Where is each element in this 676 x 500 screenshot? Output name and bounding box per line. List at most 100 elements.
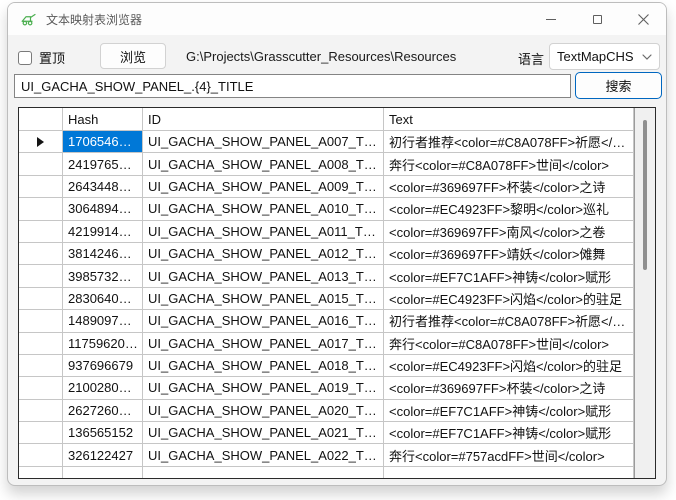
column-header-id[interactable]: ID [143,108,384,131]
text-cell[interactable]: 奔行<color=#C8A078FF>世间</color> [384,153,634,175]
hash-cell[interactable]: 136565152 [63,422,143,444]
hash-cell[interactable]: 326122427 [63,444,143,466]
row-selector-cell[interactable] [19,288,63,310]
row-selector-cell[interactable] [19,265,63,287]
table-row[interactable]: 3985732385UI_GACHA_SHOW_PANEL_A013_TITLE… [19,265,634,287]
hash-cell[interactable]: 2643448693 [63,176,143,198]
browse-button[interactable]: 浏览 [100,43,166,69]
text-cell[interactable]: <color=#369697FF>南风</color>之卷 [384,221,634,243]
table-row[interactable]: 1175962018 UI_GACHA_SHOW_PANEL_A017_TITLE… [19,333,634,355]
language-select[interactable]: TextMapCHS [549,43,660,70]
column-header-text[interactable]: Text [384,108,634,131]
hash-cell[interactable]: 3985732385 [63,265,143,287]
hash-cell[interactable]: 937696679 [63,355,143,377]
id-cell[interactable]: UI_GACHA_SHOW_PANEL_A017_TITLE [143,333,384,355]
search-input[interactable] [14,74,571,98]
hash-cell[interactable]: 2627260643 [63,400,143,422]
text-cell[interactable]: <color=#EF7C1AFF>神铸</color>赋形 [384,400,634,422]
id-cell[interactable]: UI_GACHA_SHOW_PANEL_A009_TITLE [143,176,384,198]
table-row[interactable]: 3814246288UI_GACHA_SHOW_PANEL_A012_TITLE… [19,243,634,265]
row-selector-cell[interactable] [19,310,63,332]
table-row[interactable]: 1706546433UI_GACHA_SHOW_PANEL_A007_TITLE… [19,131,634,153]
close-button[interactable] [620,3,666,35]
row-selector-cell[interactable] [19,444,63,466]
minimize-button[interactable] [528,3,574,35]
search-button[interactable]: 搜索 [575,72,662,99]
row-selector-cell[interactable] [19,243,63,265]
text-cell[interactable]: 奔行<color=#757acdFF>世间</color> [384,444,634,466]
id-cell[interactable]: UI_GACHA_SHOW_PANEL_A021_TITLE [143,422,384,444]
maximize-button[interactable] [574,3,620,35]
row-selector-cell[interactable] [19,355,63,377]
text-cell-value: <color=#369697FF>靖妖</color>傩舞 [389,244,605,263]
table-row[interactable]: 2100280655UI_GACHA_SHOW_PANEL_A019_TITLE… [19,377,634,399]
row-selector-cell[interactable] [19,400,63,422]
table-row[interactable]: 136565152UI_GACHA_SHOW_PANEL_A021_TITLE<… [19,422,634,444]
hash-cell[interactable]: 3064894892 [63,198,143,220]
id-cell[interactable]: UI_GACHA_SHOW_PANEL_A020_TITLE [143,400,384,422]
text-cell[interactable]: <color=#369697FF>靖妖</color>傩舞 [384,243,634,265]
hash-cell[interactable]: 1489097864 [63,310,143,332]
table-row[interactable]: 2627260643UI_GACHA_SHOW_PANEL_A020_TITLE… [19,400,634,422]
id-cell[interactable]: UI_GACHA_SHOW_PANEL_A015_TITLE [143,288,384,310]
text-cell[interactable]: <color=#EC4923FF>闪焰</color>的驻足 [384,288,634,310]
column-header-hash[interactable]: Hash [63,108,143,131]
window-title: 文本映射表浏览器 [46,11,142,28]
id-cell[interactable]: UI_GACHA_SHOW_PANEL_A022_TITLE [143,444,384,466]
maximize-icon [593,15,602,24]
vertical-scrollbar[interactable] [634,108,655,478]
id-cell[interactable]: UI_GACHA_SHOW_PANEL_A011_TITLE [143,221,384,243]
text-cell[interactable]: <color=#369697FF>杯装</color>之诗 [384,176,634,198]
text-cell[interactable]: <color=#EF7C1AFF>神铸</color>赋形 [384,265,634,287]
title-bar: 文本映射表浏览器 [8,3,666,35]
text-cell[interactable]: 初行者推荐<color=#C8A078FF>祈愿</color> [384,131,634,153]
row-selector-cell[interactable] [19,221,63,243]
hash-cell-value: 937696679 [68,358,133,373]
row-selector-cell[interactable] [19,422,63,444]
table-row[interactable]: 2643448693UI_GACHA_SHOW_PANEL_A009_TITLE… [19,176,634,198]
id-cell[interactable]: UI_GACHA_SHOW_PANEL_A018_TITLE [143,355,384,377]
row-selector-cell[interactable] [19,333,63,355]
hash-cell[interactable]: 1175962018 [63,333,143,355]
table-row[interactable]: 326122427 UI_GACHA_SHOW_PANEL_A022_TITLE 奔… [19,444,634,466]
hash-cell-value: 326122427 [68,448,133,463]
hash-cell[interactable]: 1706546433 [63,131,143,153]
id-cell-value: UI_GACHA_SHOW_PANEL_A017_TITLE [148,336,379,351]
text-cell[interactable]: <color=#EC4923FF>闪焰</color>的驻足 [384,355,634,377]
table-row-partial [19,467,634,478]
id-cell[interactable]: UI_GACHA_SHOW_PANEL_A012_TITLE [143,243,384,265]
id-cell[interactable]: UI_GACHA_SHOW_PANEL_A007_TITLE [143,131,384,153]
text-cell-value: <color=#369697FF>杯装</color>之诗 [389,378,605,397]
table-row[interactable]: 1489097864UI_GACHA_SHOW_PANEL_A016_TITLE… [19,310,634,332]
row-selector-cell[interactable] [19,153,63,175]
text-cell-value: 奔行<color=#757acdFF>世间</color> [389,446,605,465]
table-row[interactable]: 2419765637UI_GACHA_SHOW_PANEL_A008_TITLE… [19,153,634,175]
id-cell[interactable]: UI_GACHA_SHOW_PANEL_A008_TITLE [143,153,384,175]
pin-on-top-checkbox[interactable] [18,51,32,65]
row-selector-cell[interactable] [19,198,63,220]
text-cell[interactable]: 奔行<color=#C8A078FF>世间</color> [384,333,634,355]
hash-cell[interactable]: 2830640346 [63,288,143,310]
row-selector-cell[interactable] [19,176,63,198]
partial-cell [63,467,143,478]
hash-cell[interactable]: 4219914605 [63,221,143,243]
id-cell[interactable]: UI_GACHA_SHOW_PANEL_A019_TITLE [143,377,384,399]
table-row[interactable]: 3064894892UI_GACHA_SHOW_PANEL_A010_TITLE… [19,198,634,220]
text-cell[interactable]: 初行者推荐<color=#C8A078FF>祈愿</color> [384,310,634,332]
hash-cell[interactable]: 2100280655 [63,377,143,399]
id-cell[interactable]: UI_GACHA_SHOW_PANEL_A016_TITLE [143,310,384,332]
hash-cell[interactable]: 2419765637 [63,153,143,175]
table-row[interactable]: 4219914605UI_GACHA_SHOW_PANEL_A011_TITLE… [19,221,634,243]
row-selector-cell[interactable] [19,377,63,399]
table-row[interactable]: 2830640346UI_GACHA_SHOW_PANEL_A015_TITLE… [19,288,634,310]
text-cell-value: 初行者推荐<color=#C8A078FF>祈愿</color> [389,311,629,330]
table-row[interactable]: 937696679 UI_GACHA_SHOW_PANEL_A018_TITLE<… [19,355,634,377]
id-cell[interactable]: UI_GACHA_SHOW_PANEL_A013_TITLE [143,265,384,287]
text-cell[interactable]: <color=#EC4923FF>黎明</color>巡礼 [384,198,634,220]
text-cell[interactable]: <color=#369697FF>杯装</color>之诗 [384,377,634,399]
row-selector-cell[interactable] [19,131,63,153]
text-cell[interactable]: <color=#EF7C1AFF>神铸</color>赋形 [384,422,634,444]
id-cell[interactable]: UI_GACHA_SHOW_PANEL_A010_TITLE [143,198,384,220]
scrollbar-thumb[interactable] [643,120,647,270]
hash-cell[interactable]: 3814246288 [63,243,143,265]
